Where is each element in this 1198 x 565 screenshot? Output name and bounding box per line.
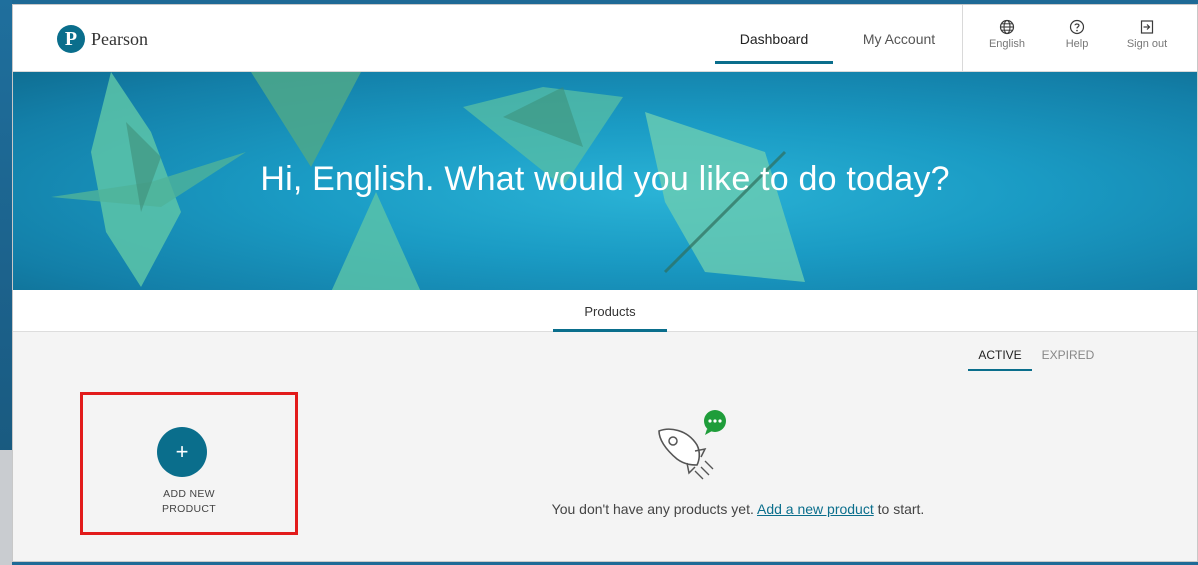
tab-products[interactable]: Products xyxy=(553,290,667,332)
add-product-button[interactable]: + xyxy=(157,427,207,477)
pearson-logo-mark: P xyxy=(57,25,85,53)
globe-icon xyxy=(999,19,1015,35)
language-button[interactable]: English xyxy=(979,19,1035,50)
add-new-product-link[interactable]: Add a new product xyxy=(757,501,874,517)
nav-dashboard[interactable]: Dashboard xyxy=(715,5,833,72)
top-header: P Pearson Dashboard My Account English H… xyxy=(13,5,1197,72)
help-icon xyxy=(1069,19,1085,35)
empty-state-text-before: You don't have any products yet. xyxy=(551,501,757,517)
sign-out-icon xyxy=(1140,20,1154,34)
pearson-logo-text: Pearson xyxy=(91,28,148,49)
add-product-label: ADD NEW PRODUCT xyxy=(83,487,295,517)
sign-out-label: Sign out xyxy=(1126,38,1168,50)
pearson-logo[interactable]: P Pearson xyxy=(57,25,148,53)
origami-crane-bottom xyxy=(331,192,421,290)
help-button[interactable]: Help xyxy=(1049,19,1105,50)
header-divider xyxy=(962,5,963,72)
empty-state-text-after: to start. xyxy=(873,501,925,517)
add-new-product-card[interactable]: + ADD NEW PRODUCT xyxy=(80,392,298,535)
empty-state-message: You don't have any products yet. Add a n… xyxy=(393,501,1083,517)
sign-out-button[interactable]: Sign out xyxy=(1119,19,1175,50)
chat-bubble-icon xyxy=(704,410,726,435)
language-label: English xyxy=(988,38,1026,50)
help-label: Help xyxy=(1065,38,1089,50)
hero-greeting: Hi, English. What would you like to do t… xyxy=(260,160,950,198)
add-product-label-line2: PRODUCT xyxy=(161,503,216,515)
filter-active[interactable]: ACTIVE xyxy=(968,339,1032,371)
products-tab-bar: Products xyxy=(13,290,1197,332)
nav-my-account[interactable]: My Account xyxy=(843,5,955,72)
background-corner xyxy=(0,450,12,565)
origami-crane-right xyxy=(645,112,805,282)
add-product-label-line1: ADD NEW xyxy=(163,488,215,500)
hero-banner: Hi, English. What would you like to do t… xyxy=(13,72,1197,290)
filter-expired[interactable]: EXPIRED xyxy=(1037,339,1099,371)
browser-window: P Pearson Dashboard My Account English H… xyxy=(12,4,1198,562)
rocket-icon xyxy=(658,410,726,480)
